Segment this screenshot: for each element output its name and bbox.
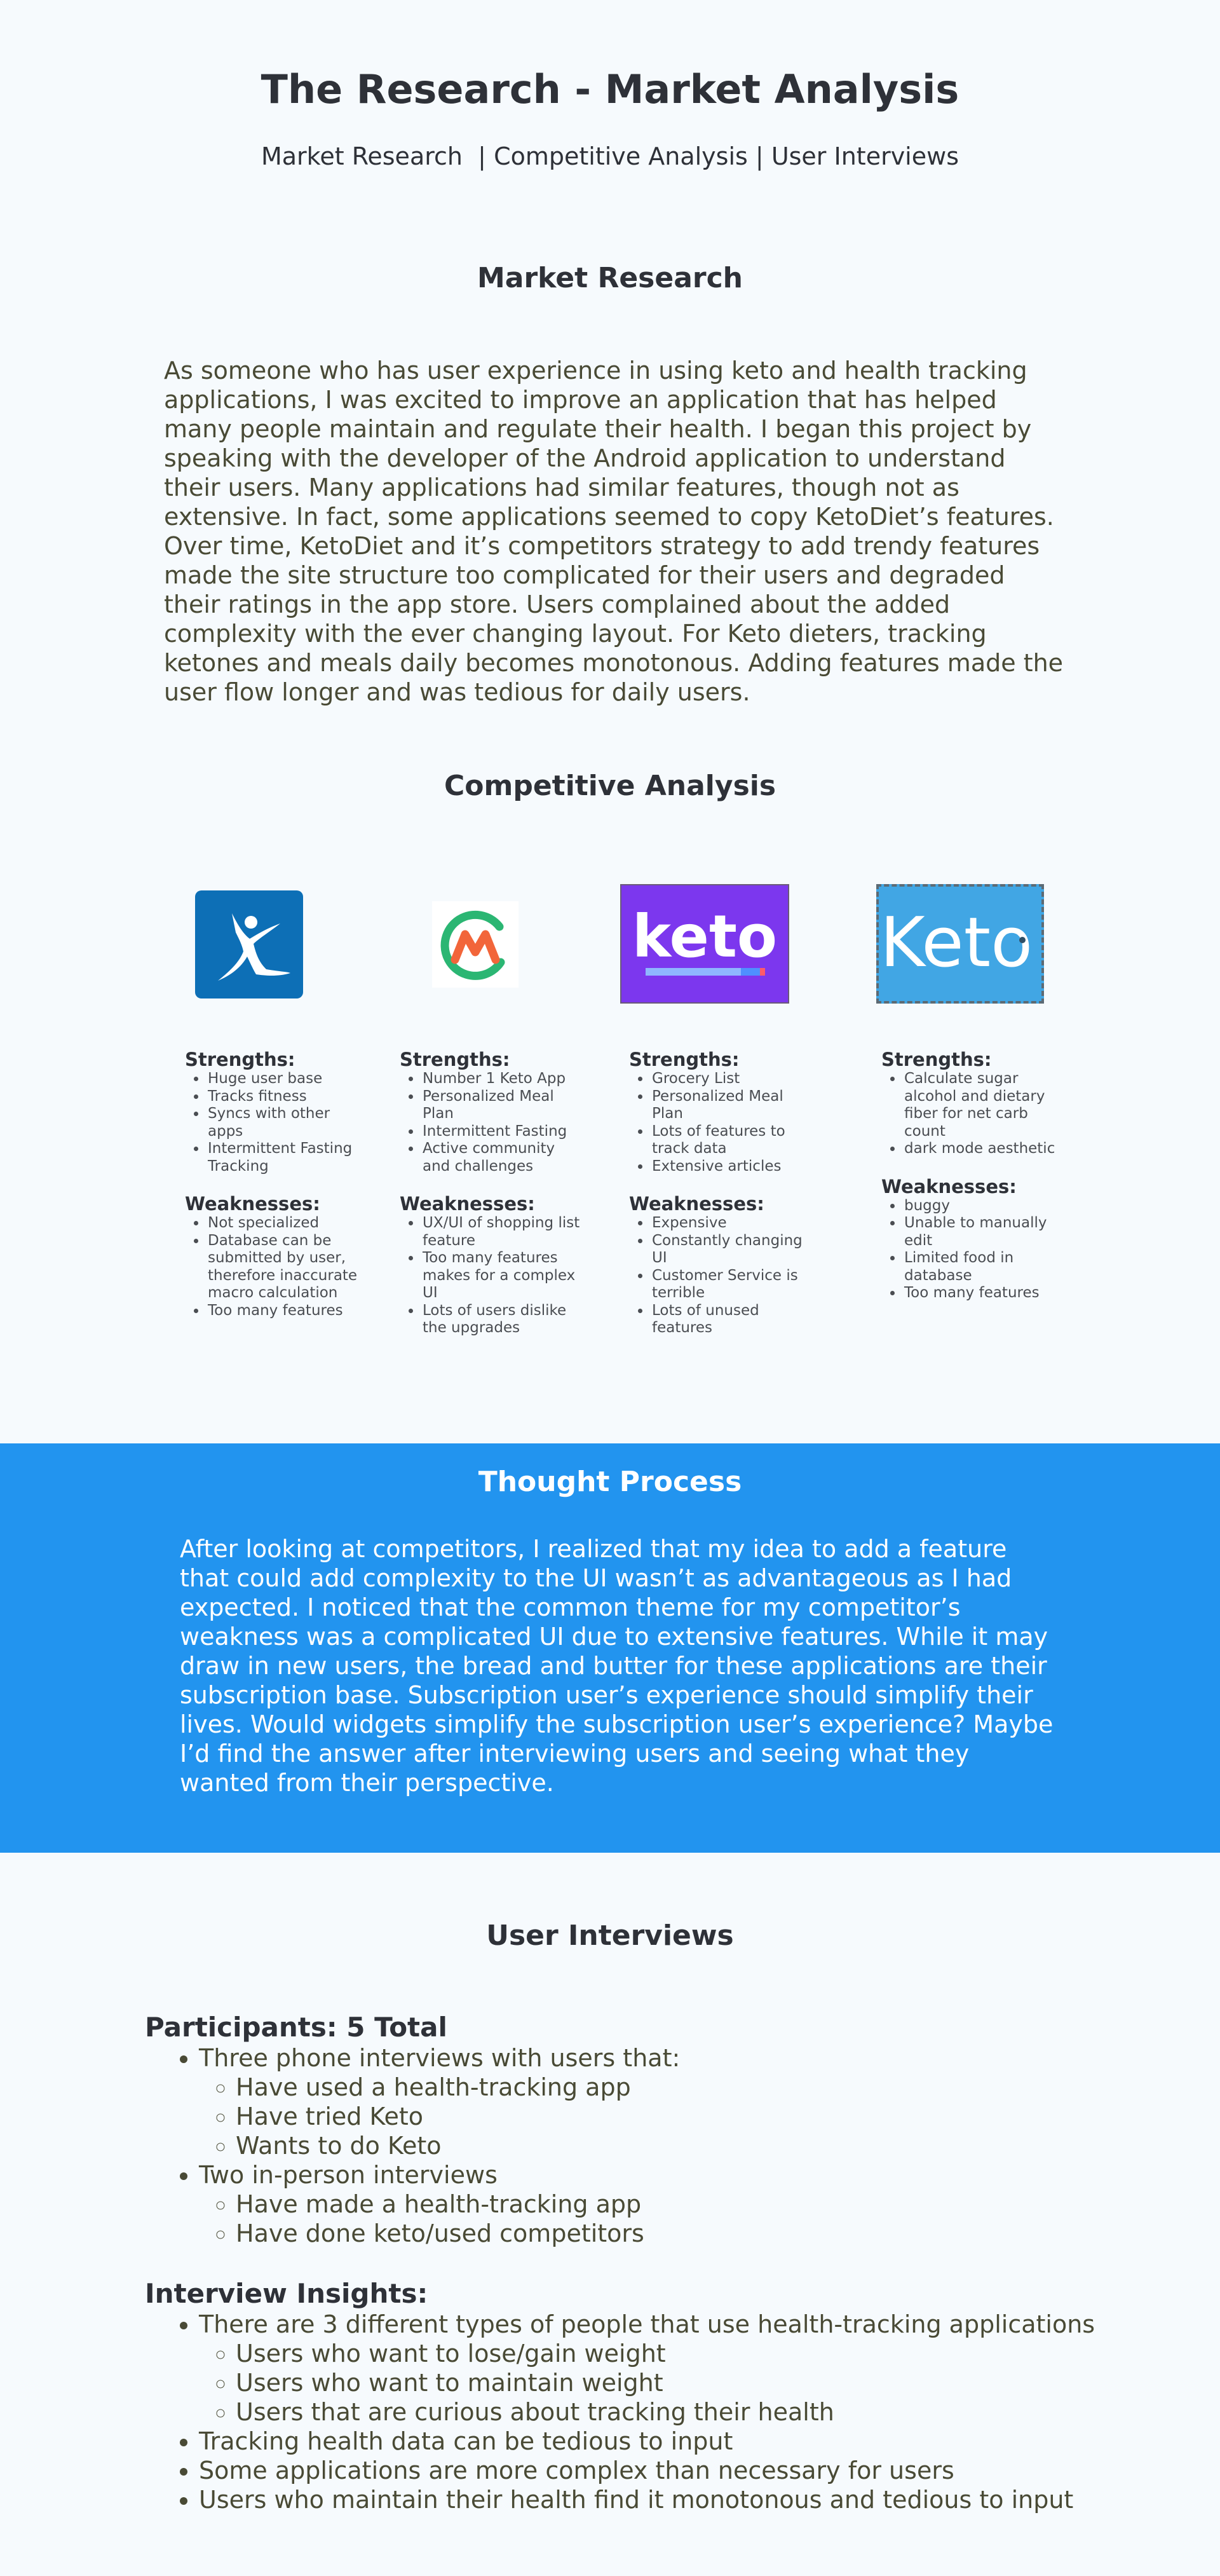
list-item-label: Three phone interviews with users that:: [199, 2044, 681, 2072]
weaknesses-heading: Weaknesses:: [881, 1175, 1017, 1197]
list-item: Huge user base: [207, 1070, 363, 1088]
nav-link-market-research[interactable]: Market Research: [261, 142, 463, 170]
nav-link-user-interviews[interactable]: User Interviews: [771, 142, 959, 170]
weaknesses-list: Not specialized Database can be submitte…: [185, 1215, 363, 1319]
keto-logo-bar-red: [760, 968, 765, 976]
weaknesses-heading: Weaknesses:: [185, 1193, 320, 1215]
strengths-list: Calculate sugar alcohol and dietary fibe…: [881, 1070, 1066, 1158]
list-item: Customer Service is terrible: [651, 1267, 813, 1302]
list-item: Users who maintain their health find it …: [199, 2485, 1162, 2514]
sub-list: Have made a health-tracking app Have don…: [199, 2190, 1162, 2248]
list-item: Number 1 Keto App: [421, 1070, 584, 1088]
list-item: Have tried Keto: [236, 2102, 1162, 2131]
list-item: Have used a health-tracking app: [236, 2073, 1162, 2102]
list-item: Some applications are more complex than …: [199, 2456, 1162, 2485]
competitor-card-4: Strengths: Calculate sugar alcohol and d…: [881, 1049, 1066, 1320]
keto-logo-text: keto: [632, 903, 777, 971]
sub-list: Have used a health-tracking app Have tri…: [199, 2073, 1162, 2160]
thought-process-heading: Thought Process: [478, 1466, 742, 1498]
insights-heading: Interview Insights:: [145, 2278, 428, 2309]
participants-heading: Participants: 5 Total: [145, 2012, 447, 2043]
strengths-list: Number 1 Keto App Personalized Meal Plan…: [400, 1070, 584, 1175]
list-item: Too many features: [903, 1285, 1066, 1302]
list-item: Constantly changing UI: [651, 1232, 813, 1267]
list-item: Have made a health-tracking app: [236, 2190, 1162, 2219]
list-item: UX/UI of shopping list feature: [421, 1215, 584, 1250]
insights-section: Interview Insights: There are 3 differen…: [145, 2278, 1162, 2514]
list-item: Lots of features to track data: [651, 1123, 813, 1158]
ketodiet-logo: Keto: [876, 884, 1044, 1004]
strengths-heading: Strengths:: [881, 1049, 992, 1070]
participants-section: Participants: 5 Total Three phone interv…: [145, 2012, 1162, 2248]
list-item: Too many features: [207, 1302, 363, 1320]
list-item: Database can be submitted by user, there…: [207, 1232, 363, 1302]
strengths-heading: Strengths:: [629, 1049, 740, 1070]
list-item: Tracking health data can be tedious to i…: [199, 2427, 1162, 2456]
list-item: Three phone interviews with users that: …: [199, 2043, 1162, 2160]
list-item: Intermittent Fasting: [421, 1123, 584, 1141]
insights-list: There are 3 different types of people th…: [145, 2310, 1162, 2514]
weaknesses-list: UX/UI of shopping list feature Too many …: [400, 1215, 584, 1337]
list-item: Two in-person interviews Have made a hea…: [199, 2160, 1162, 2248]
list-item-label: There are 3 different types of people th…: [199, 2310, 1095, 2338]
list-item: Syncs with other apps: [207, 1105, 363, 1140]
list-item: Extensive articles: [651, 1158, 813, 1176]
list-item: Limited food in database: [903, 1250, 1066, 1285]
list-item: Users that are curious about tracking th…: [236, 2397, 1162, 2427]
list-item: Personalized Meal Plan: [421, 1088, 584, 1123]
user-interviews-heading: User Interviews: [486, 1919, 734, 1952]
list-item: Intermittent Fasting Tracking: [207, 1140, 363, 1175]
weaknesses-list: Expensive Constantly changing UI Custome…: [629, 1215, 813, 1337]
list-item: There are 3 different types of people th…: [199, 2310, 1162, 2427]
runner-icon: [218, 913, 290, 981]
ketodiet-logo-text: Keto: [880, 903, 1033, 983]
thought-process-text: After looking at competitors, I realized…: [180, 1535, 1054, 1797]
strengths-list: Grocery List Personalized Meal Plan Lots…: [629, 1070, 813, 1175]
sub-list: Users who want to lose/gain weight Users…: [199, 2339, 1162, 2427]
carb-manager-logo: [432, 901, 518, 988]
list-item: Lots of unused features: [651, 1302, 813, 1337]
list-item: Tracks fitness: [207, 1088, 363, 1106]
list-item: Wants to do Keto: [236, 2131, 1162, 2160]
competitor-card-3: Strengths: Grocery List Personalized Mea…: [629, 1049, 813, 1355]
strengths-list: Huge user base Tracks fitness Syncs with…: [185, 1070, 363, 1175]
list-item: Have done keto/used competitors: [236, 2219, 1162, 2248]
list-item: Calculate sugar alcohol and dietary fibe…: [903, 1070, 1066, 1140]
weaknesses-heading: Weaknesses:: [400, 1193, 535, 1215]
list-item: Personalized Meal Plan: [651, 1088, 813, 1123]
nav-divider: |: [755, 142, 764, 170]
page-title: The Research - Market Analysis: [261, 66, 959, 112]
weaknesses-heading: Weaknesses:: [629, 1193, 764, 1215]
ketodiet-logo-dot: [1019, 937, 1026, 943]
list-item: dark mode aesthetic: [903, 1140, 1066, 1158]
list-item: Grocery List: [651, 1070, 813, 1088]
list-item: Lots of users dislike the upgrades: [421, 1302, 584, 1337]
strengths-heading: Strengths:: [185, 1049, 295, 1070]
strengths-heading: Strengths:: [400, 1049, 510, 1070]
list-item: Active community and challenges: [421, 1140, 584, 1175]
list-item: Too many features makes for a complex UI: [421, 1250, 584, 1302]
participants-list: Three phone interviews with users that: …: [145, 2043, 1162, 2248]
list-item: Expensive: [651, 1215, 813, 1232]
nav-link-competitive-analysis[interactable]: Competitive Analysis: [494, 142, 748, 170]
myfitnesspal-logo: [195, 890, 303, 998]
list-item: buggy: [903, 1197, 1066, 1215]
weaknesses-list: buggy Unable to manually edit Limited fo…: [881, 1197, 1066, 1302]
competitor-card-2: Strengths: Number 1 Keto App Personalize…: [400, 1049, 584, 1355]
section-nav: Market Research | Competitive Analysis |…: [0, 142, 1220, 170]
list-item: Users who want to maintain weight: [236, 2368, 1162, 2397]
competitor-card-1: Strengths: Huge user base Tracks fitness…: [185, 1049, 363, 1337]
market-research-heading: Market Research: [477, 262, 743, 294]
keto-app-logo: keto: [620, 884, 789, 1004]
keto-logo-bar-blue: [646, 968, 741, 976]
competitive-analysis-heading: Competitive Analysis: [444, 770, 776, 802]
list-item-label: Two in-person interviews: [199, 2161, 498, 2189]
list-item: Not specialized: [207, 1215, 363, 1232]
carb-manager-icon: [440, 910, 505, 980]
list-item: Users who want to lose/gain weight: [236, 2339, 1162, 2368]
market-research-text: As someone who has user experience in us…: [164, 357, 1064, 706]
nav-divider: |: [478, 142, 486, 170]
list-item: Unable to manually edit: [903, 1215, 1066, 1250]
